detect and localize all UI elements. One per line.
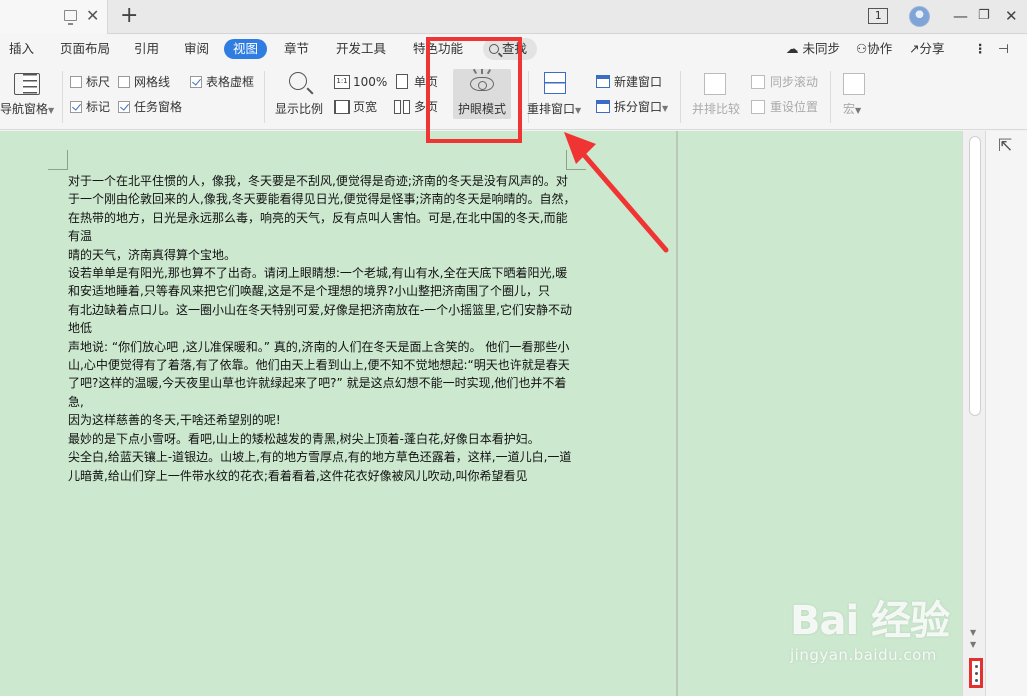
menu-view[interactable]: 视图 xyxy=(224,39,268,59)
paragraph-line: 因为这样慈善的冬天,干啥还希望别的呢! xyxy=(68,413,281,428)
paragraph-line: 在热带的地方，日光是永远那么毒，响亮的天气，反有点叫人害怕。可是,在北中国的冬天… xyxy=(68,210,568,244)
split-window-button[interactable]: 拆分窗口▼ xyxy=(614,99,668,117)
chevron-down-icon: ▼ xyxy=(855,106,862,115)
paragraph-line: 有北边缺着点口儿。这一圈小山在冬天特别可爱,好像是把济南放在-一个小摇篮里,它们… xyxy=(68,302,572,336)
paragraph-line: 山,心中便觉得有了着落,有了依靠。他们由天上看到山上,便不知不觉地想起:“明天也… xyxy=(68,358,570,373)
restore-icon[interactable]: ❐ xyxy=(978,6,990,26)
menu-references[interactable]: 引用 xyxy=(134,40,159,58)
gridlines-label: 网格线 xyxy=(134,75,171,89)
user-avatar[interactable] xyxy=(909,6,930,27)
sync-scroll-icon xyxy=(751,75,765,89)
reset-position-button[interactable]: 重设位置 xyxy=(770,99,818,115)
sync-label: 未同步 xyxy=(802,41,840,56)
baidu-watermark: Bai 经验 jingyan.baidu.com xyxy=(790,588,980,678)
share-icon: ↗ xyxy=(909,41,920,56)
macro-button[interactable]: 宏▼ xyxy=(843,101,861,119)
page-width-icon xyxy=(334,100,350,114)
macro-label: 宏 xyxy=(843,102,856,116)
divider xyxy=(830,71,831,123)
ruler-checkbox[interactable] xyxy=(70,76,82,88)
zoom-100-icon: 1:1 xyxy=(334,75,350,89)
table-gridlines-checkbox[interactable] xyxy=(190,76,202,88)
document-tab[interactable]: ✕ xyxy=(0,0,108,34)
document-body[interactable]: 对于一个在北平住惯的人，像我，冬天要是不刮风,便觉得是奇迹;济南的冬天是没有风声… xyxy=(68,172,576,485)
paragraph-line: 对于一个在北平住惯的人，像我，冬天要是不刮风,便觉得是奇迹;济南的冬天是没有风声… xyxy=(68,174,568,188)
paragraph-line: 于一个刚由伦敦回来的人,像我,冬天要能看得见日光,便觉得是怪事;济南的冬天是响晴… xyxy=(68,192,576,207)
menu-section[interactable]: 章节 xyxy=(284,40,309,58)
markers-label: 标记 xyxy=(86,100,111,114)
annotation-highlight-box xyxy=(426,37,522,143)
close-window-icon[interactable]: ✕ xyxy=(1005,6,1018,26)
cloud-icon: ☁ xyxy=(786,41,799,56)
page-count-badge[interactable]: 1 xyxy=(868,8,888,24)
task-pane-label: 任务窗格 xyxy=(134,100,183,114)
new-tab-plus-icon[interactable]: + xyxy=(120,4,138,28)
chevron-down-icon: ▼ xyxy=(662,104,669,113)
zoom-100-button[interactable]: 100% xyxy=(353,74,387,90)
annotation-arrow xyxy=(564,132,669,253)
nav-pane-label: 导航窗格 xyxy=(0,102,49,116)
zoom-button[interactable]: 显示比例 xyxy=(275,101,323,117)
markers-checkbox[interactable] xyxy=(70,101,82,113)
menu-review[interactable]: 审阅 xyxy=(184,40,209,58)
share-button[interactable]: ↗分享 xyxy=(909,40,945,58)
paragraph-line: 设若单单是有阳光,那也算不了出奇。请闭上眼睛想:一个老城,有山有水,全在天底下晒… xyxy=(68,266,568,299)
minimize-icon[interactable]: — xyxy=(953,6,968,26)
watermark-logo: Bai 经验 xyxy=(790,598,950,644)
paragraph-line: 尖全白,给蓝天镶上-道银边。山坡上,有的地方雪厚点,有的地方草色还露着，这样,一… xyxy=(68,450,572,483)
single-page-icon xyxy=(396,74,408,89)
scrollbar-thumb[interactable] xyxy=(969,136,981,416)
rearrange-window-icon[interactable] xyxy=(544,72,566,94)
new-window-button[interactable]: 新建窗口 xyxy=(614,74,662,90)
title-bar: ✕ + 1 — ❐ ✕ xyxy=(0,0,1027,34)
share-label: 分享 xyxy=(919,41,945,56)
watermark-url: jingyan.baidu.com xyxy=(790,646,937,664)
menu-page-layout[interactable]: 页面布局 xyxy=(60,40,110,58)
side-by-side-button[interactable]: 并排比较 xyxy=(692,101,740,117)
page-width-button[interactable]: 页宽 xyxy=(353,99,377,115)
side-by-side-icon xyxy=(704,73,726,95)
pin-icon[interactable]: ⊣ xyxy=(998,40,1009,58)
macro-icon xyxy=(843,73,865,95)
new-window-icon xyxy=(596,75,610,88)
ruler-label: 标尺 xyxy=(86,75,111,89)
select-cursor-icon[interactable]: ⇱ xyxy=(998,138,1012,155)
table-gridlines-label: 表格虚框 xyxy=(206,75,255,89)
menu-developer[interactable]: 开发工具 xyxy=(336,40,386,58)
reset-position-icon xyxy=(751,100,765,114)
multi-page-icon xyxy=(403,100,410,114)
divider xyxy=(62,71,63,123)
navigation-pane-icon[interactable] xyxy=(14,73,40,95)
divider xyxy=(264,71,265,123)
window-restore-icon[interactable] xyxy=(64,10,77,25)
split-window-icon xyxy=(596,100,610,113)
divider xyxy=(680,71,681,123)
sync-scroll-button[interactable]: 同步滚动 xyxy=(770,74,818,90)
paragraph-line: 声地说: “你们放心吧 ,这儿准保暖和。” 真的,济南的人们在冬天是面上含笑的。… xyxy=(68,339,570,354)
sync-status[interactable]: ☁ 未同步 xyxy=(786,40,840,58)
right-tool-panel xyxy=(985,131,1027,696)
rearrange-window-button[interactable]: 重排窗口▼ xyxy=(527,101,581,119)
person-icon: ⚇ xyxy=(856,41,868,56)
close-icon[interactable]: ✕ xyxy=(86,7,99,25)
nav-pane-button[interactable]: 导航窗格▼ xyxy=(0,101,54,119)
collab-button[interactable]: ⚇协作 xyxy=(856,40,892,58)
chevron-down-icon: ▼ xyxy=(575,106,582,115)
menu-insert[interactable]: 插入 xyxy=(9,40,34,58)
split-window-label: 拆分窗口 xyxy=(614,100,663,114)
collab-label: 协作 xyxy=(867,41,893,56)
paragraph-line: 最妙的是下点小雪呀。看吧,山上的矮松越发的青黑,树尖上顶着-蓬白花,好像日本看护… xyxy=(68,431,540,446)
rearrange-label: 重排窗口 xyxy=(527,102,576,116)
paragraph-line: 晴的天气，济南真得算个宝地。 xyxy=(68,247,237,262)
chevron-down-icon: ▼ xyxy=(48,106,55,115)
margin-corner-mark xyxy=(48,150,68,170)
paragraph-line: 了吧?这样的温暖,今天夜里山草也许就绿起来了吧?” 就是这点幻想不能一时实现,他… xyxy=(68,376,567,409)
magnifier-zoom-icon[interactable] xyxy=(289,72,307,90)
task-pane-checkbox[interactable] xyxy=(118,101,130,113)
more-vertical-icon[interactable]: ⋮ xyxy=(974,40,987,58)
multi-page-icon xyxy=(394,100,401,114)
gridlines-checkbox[interactable] xyxy=(118,76,130,88)
